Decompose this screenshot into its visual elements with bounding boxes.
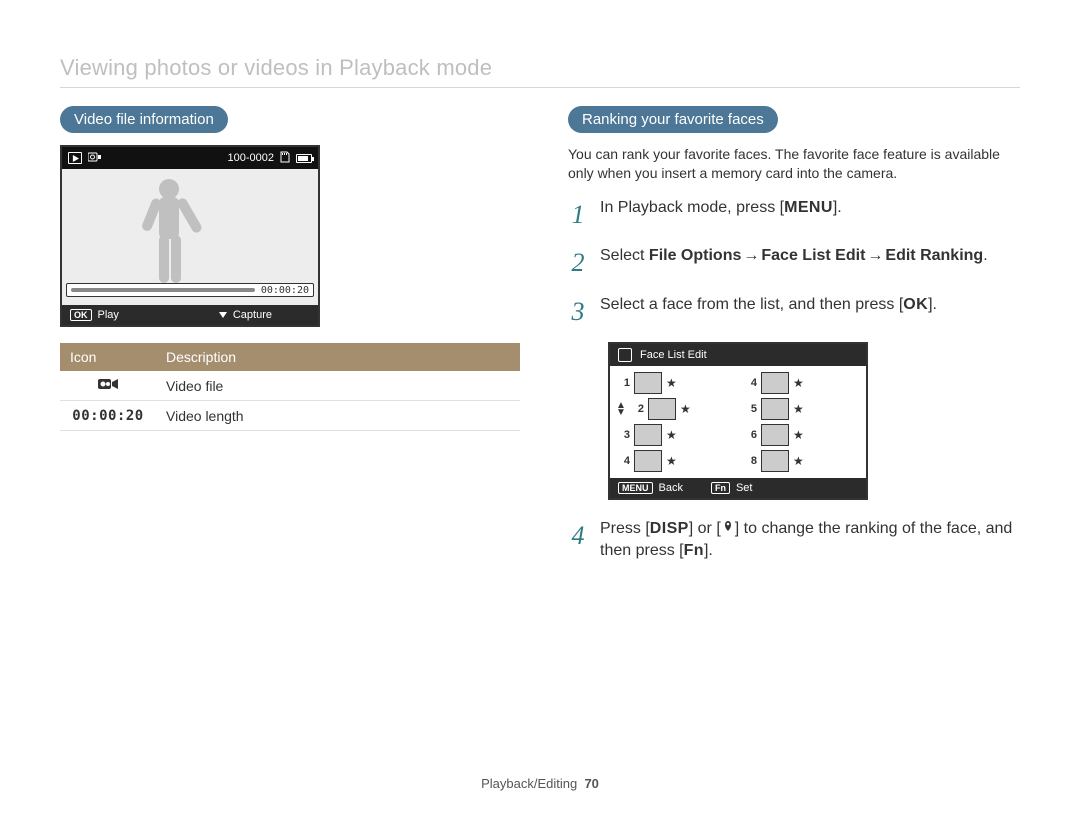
set-label: Set <box>736 482 753 494</box>
face-thumb <box>761 398 789 420</box>
folder-file-number: 100-0002 <box>228 152 275 164</box>
rank-num: 2 <box>630 403 644 415</box>
star-icon: ★ <box>680 402 691 416</box>
ok-badge: OK <box>70 309 92 321</box>
timecode: 00:00:20 <box>72 408 143 424</box>
page-footer: Playback/Editing 70 <box>0 776 1080 791</box>
rank-num: 5 <box>743 403 757 415</box>
down-triangle-icon <box>219 312 227 318</box>
step4-text: Press [DISP] or [] to change the ranking… <box>600 518 1020 563</box>
face-thumb <box>634 424 662 446</box>
fn-badge: Fn <box>711 482 730 494</box>
playback-icon <box>68 152 82 164</box>
battery-icon <box>296 154 312 163</box>
capture-label: Capture <box>233 309 272 321</box>
elapsed-time: 00:00:20 <box>261 285 309 296</box>
face-thumb <box>634 372 662 394</box>
rank-num: 4 <box>616 455 630 467</box>
rank-num: 1 <box>616 377 630 389</box>
video-screenshot: 100-0002 <box>60 145 320 327</box>
back-label: Back <box>659 482 683 494</box>
step-number: 3 <box>568 294 588 330</box>
rank-num: 4 <box>743 377 757 389</box>
face-thumb <box>761 372 789 394</box>
face-thumb <box>761 450 789 472</box>
step-number: 2 <box>568 245 588 281</box>
rank-num: 6 <box>743 429 757 441</box>
facelist-screenshot: Face List Edit 1 ★ 4 ★ ▲▼ 2 ★ 5 ★ 3 ★ 6 ★ 4 ★ 8 ★… <box>608 342 868 500</box>
rank-num: 8 <box>743 455 757 467</box>
step-number: 1 <box>568 197 588 233</box>
section-heading-video-info: Video file information <box>60 106 228 133</box>
star-icon: ★ <box>666 376 677 390</box>
rank-num: 3 <box>616 429 630 441</box>
col-description: Description <box>156 343 520 371</box>
face-thumb <box>648 398 676 420</box>
intro-text: You can rank your favorite faces. The fa… <box>568 145 1020 183</box>
video-file-icon <box>98 377 118 391</box>
star-icon: ★ <box>666 454 677 468</box>
face-thumb <box>634 450 662 472</box>
col-icon: Icon <box>60 343 156 371</box>
step-number: 4 <box>568 518 588 563</box>
macro-icon <box>721 518 735 532</box>
star-icon: ★ <box>666 428 677 442</box>
divider <box>60 87 1020 88</box>
play-label: Play <box>98 309 119 321</box>
face-thumb <box>761 424 789 446</box>
facelist-title: Face List Edit <box>640 349 707 361</box>
progress-bar: 00:00:20 <box>66 283 314 297</box>
step2-text: Select File Options→Face List Edit→Edit … <box>600 245 988 281</box>
breadcrumb: Viewing photos or videos in Playback mod… <box>60 55 1020 81</box>
memory-card-icon <box>280 151 290 166</box>
star-icon: ★ <box>793 402 804 416</box>
star-icon: ★ <box>793 376 804 390</box>
step1-text: In Playback mode, press [MENU]. <box>600 197 842 233</box>
star-icon: ★ <box>793 428 804 442</box>
icon-description-table: Icon Description Video file 00:00:20 Vid… <box>60 343 520 431</box>
face-detect-icon <box>618 348 632 362</box>
desc-video-file: Video file <box>156 371 520 401</box>
updown-icon: ▲▼ <box>616 402 626 416</box>
desc-video-length: Video length <box>156 401 520 431</box>
step3-text: Select a face from the list, and then pr… <box>600 294 937 330</box>
star-icon: ★ <box>793 454 804 468</box>
section-heading-ranking: Ranking your favorite faces <box>568 106 778 133</box>
video-file-icon <box>88 152 102 165</box>
menu-badge: MENU <box>618 482 653 494</box>
